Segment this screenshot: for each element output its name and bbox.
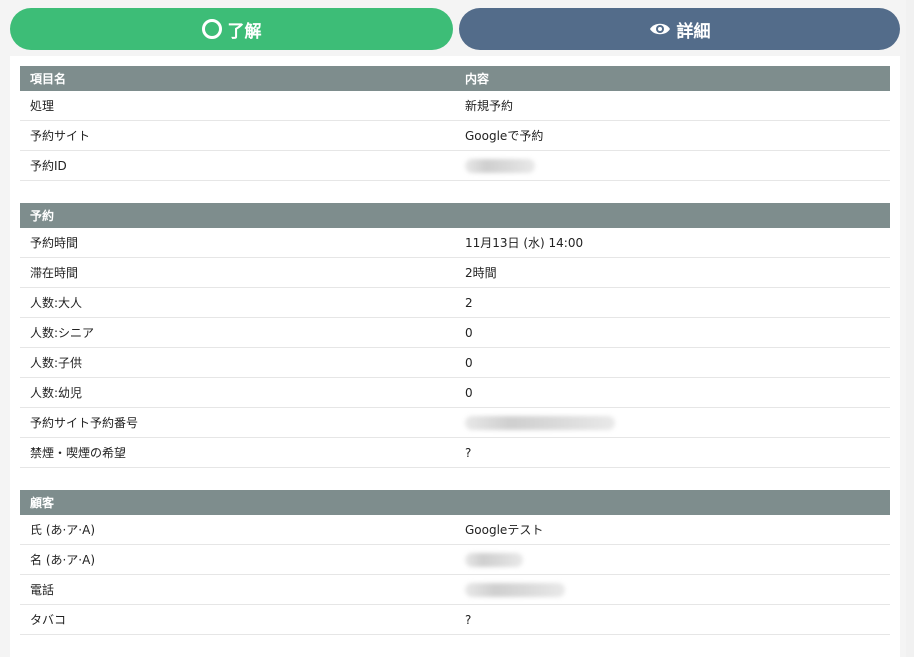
table-row: 人数:大人 2	[20, 288, 890, 318]
row-label: 氏 (あ·ア·A)	[30, 523, 96, 537]
table-row: 予約時間 11月13日 (水) 14:00	[20, 228, 890, 258]
table-row: 処理 新規予約	[20, 91, 890, 121]
section-header-items: 項目名 内容	[20, 66, 890, 91]
table-row: タバコ ?	[20, 605, 890, 635]
row-label: 人数:大人	[30, 296, 83, 310]
row-value: 11月13日 (水) 14:00	[465, 236, 584, 250]
row-label: 予約ID	[30, 159, 67, 173]
row-label: 電話	[30, 583, 55, 597]
row-value: 2時間	[465, 266, 497, 280]
section-title: 顧客	[30, 496, 55, 510]
row-label: 処理	[30, 99, 55, 113]
row-label: 禁煙・喫煙の希望	[30, 446, 127, 460]
table-row: 予約サイト Googleで予約	[20, 121, 890, 151]
redacted-value	[465, 552, 523, 567]
row-value: 0	[465, 325, 473, 340]
section-title: 予約	[30, 209, 55, 223]
table-row: 滞在時間 2時間	[20, 258, 890, 288]
table-row: 予約ID	[20, 151, 890, 181]
circle-icon	[201, 19, 222, 39]
row-label: 予約サイト	[30, 129, 91, 143]
row-label: タバコ	[30, 613, 67, 627]
row-label: 予約サイト予約番号	[30, 416, 139, 430]
row-value: 新規予約	[465, 99, 514, 113]
redacted-value	[465, 582, 565, 597]
row-label: 予約時間	[30, 236, 79, 250]
dialog: 了解 詳細 項目名 内容 処理 新規予約 予約サイト Googleで予約 予約I…	[0, 0, 906, 657]
header-item-name: 項目名	[30, 72, 67, 86]
row-label: 人数:幼児	[30, 386, 83, 400]
redacted-value	[465, 415, 615, 430]
detail-panel: 項目名 内容 処理 新規予約 予約サイト Googleで予約 予約ID 予約 予…	[10, 56, 900, 657]
table-row: 名 (あ·ア·A)	[20, 545, 890, 575]
ok-button-label: 了解	[227, 21, 262, 42]
row-value: Googleで予約	[465, 129, 544, 143]
table-row: 氏 (あ·ア·A) Googleテスト	[20, 515, 890, 545]
table-row: 予約サイト予約番号	[20, 408, 890, 438]
row-value: 2	[465, 295, 473, 310]
row-label: 人数:子供	[30, 356, 83, 370]
section-header-reservation: 予約	[20, 203, 890, 228]
redacted-value	[465, 158, 535, 173]
row-label: 名 (あ·ア·A)	[30, 553, 96, 567]
row-value: Googleテスト	[465, 523, 544, 537]
header-content: 内容	[465, 72, 490, 86]
row-label: 人数:シニア	[30, 326, 95, 340]
row-value: 0	[465, 385, 473, 400]
detail-button-label: 詳細	[676, 21, 711, 42]
eye-icon	[649, 22, 671, 36]
row-value: ?	[465, 445, 472, 460]
row-label: 滞在時間	[30, 266, 79, 280]
table-row: 禁煙・喫煙の希望 ?	[20, 438, 890, 468]
table-row: 人数:子供 0	[20, 348, 890, 378]
table-row: 電話	[20, 575, 890, 605]
table-row: 人数:幼児 0	[20, 378, 890, 408]
row-value: ?	[465, 612, 472, 627]
row-value: 0	[465, 355, 473, 370]
ok-button[interactable]: 了解	[10, 8, 453, 50]
table-row: 人数:シニア 0	[20, 318, 890, 348]
detail-button[interactable]: 詳細	[459, 8, 900, 50]
section-header-customer: 顧客	[20, 490, 890, 515]
